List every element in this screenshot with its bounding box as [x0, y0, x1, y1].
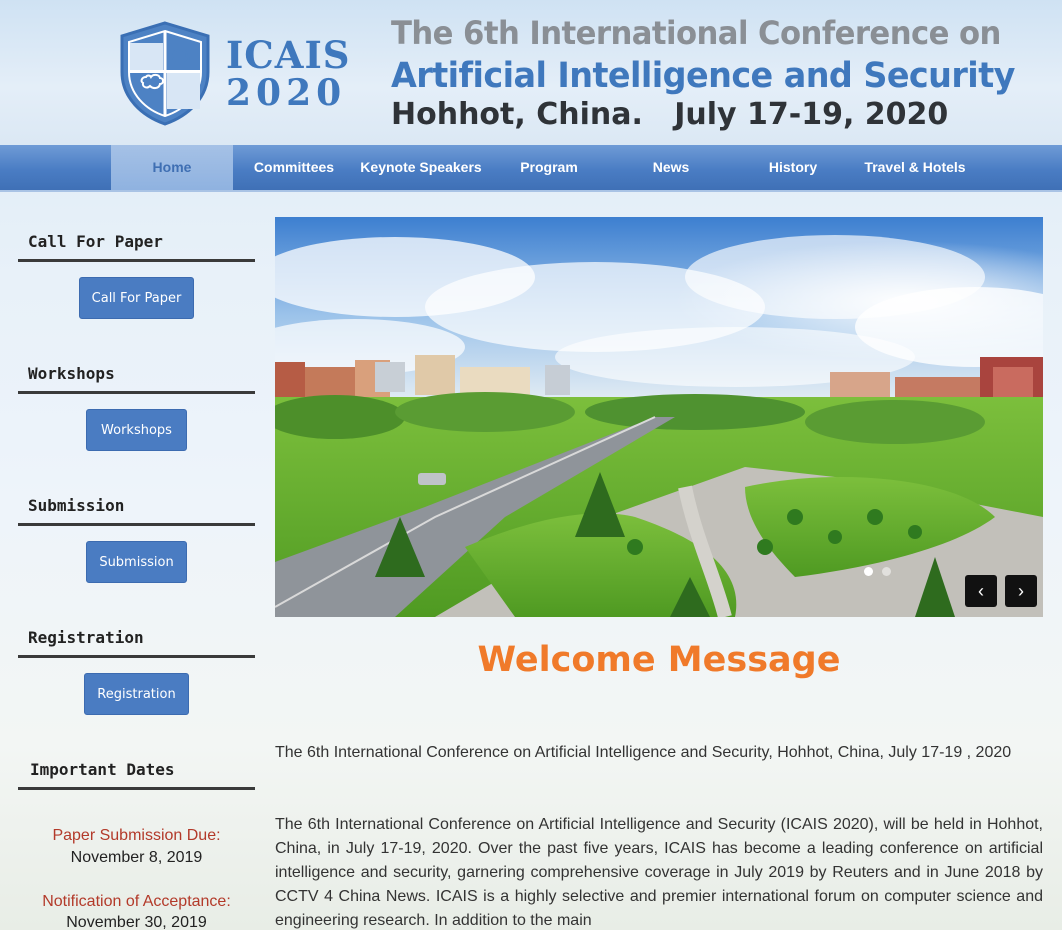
workshops-button[interactable]: Workshops — [86, 409, 187, 451]
sidebar-heading: Call For Paper — [28, 232, 163, 251]
date-value: November 30, 2019 — [66, 914, 207, 930]
campus-banner-image — [275, 217, 1043, 617]
date-label: Paper Submission Due: — [52, 827, 221, 844]
submission-button[interactable]: Submission — [86, 541, 187, 583]
divider — [18, 655, 255, 658]
carousel-prev-button[interactable]: ‹ — [965, 575, 997, 607]
date-label: Notification of Acceptance: — [42, 893, 231, 910]
nav-item-keynote-speakers[interactable]: Keynote Speakers — [355, 145, 487, 190]
date-value: November 8, 2019 — [70, 849, 203, 866]
conference-title-line-2: Artificial Intelligence and Security — [391, 56, 1015, 96]
sidebar-heading: Important Dates — [30, 760, 175, 779]
nav-item-news[interactable]: News — [610, 145, 732, 190]
nav-item-home[interactable]: Home — [111, 145, 233, 190]
welcome-heading: Welcome Message — [477, 640, 841, 680]
sidebar-registration: Registration — [18, 621, 255, 658]
sidebar-workshops: Workshops — [18, 357, 255, 394]
sidebar-submission: Submission — [18, 489, 255, 526]
shield-logo-icon — [120, 21, 210, 126]
site-header: ICAIS 2020 The 6th International Confere… — [0, 0, 1062, 145]
main-nav: Home Committees Keynote Speakers Program… — [0, 145, 1062, 192]
divider — [18, 523, 255, 526]
intro-paragraph: The 6th International Conference on Arti… — [275, 744, 1012, 761]
campus-photo-illustration — [275, 217, 1043, 617]
sidebar-important-dates: Important Dates — [18, 753, 255, 790]
nav-item-history[interactable]: History — [732, 145, 854, 190]
carousel-dot[interactable] — [882, 567, 891, 576]
nav-item-program[interactable]: Program — [488, 145, 610, 190]
conference-title-line-1: The 6th International Conference on — [391, 14, 1001, 52]
sidebar-heading: Workshops — [28, 364, 115, 383]
logo-acronym: ICAIS — [226, 33, 351, 77]
sidebar-heading: Registration — [28, 628, 144, 647]
sidebar-call-for-paper: Call For Paper — [18, 225, 255, 262]
divider — [18, 259, 255, 262]
nav-item-travel-hotels[interactable]: Travel & Hotels — [854, 145, 976, 190]
divider — [18, 391, 255, 394]
call-for-paper-button[interactable]: Call For Paper — [79, 277, 194, 319]
description-paragraph: The 6th International Conference on Arti… — [275, 816, 1043, 929]
logo-year: 2020 — [226, 72, 347, 114]
conference-location-date: Hohhot, China. July 17-19, 2020 — [391, 97, 949, 132]
carousel-next-button[interactable]: › — [1005, 575, 1037, 607]
carousel-dot[interactable] — [864, 567, 873, 576]
nav-item-committees[interactable]: Committees — [233, 145, 355, 190]
registration-button[interactable]: Registration — [84, 673, 189, 715]
sidebar-heading: Submission — [28, 496, 125, 515]
divider — [18, 787, 255, 790]
